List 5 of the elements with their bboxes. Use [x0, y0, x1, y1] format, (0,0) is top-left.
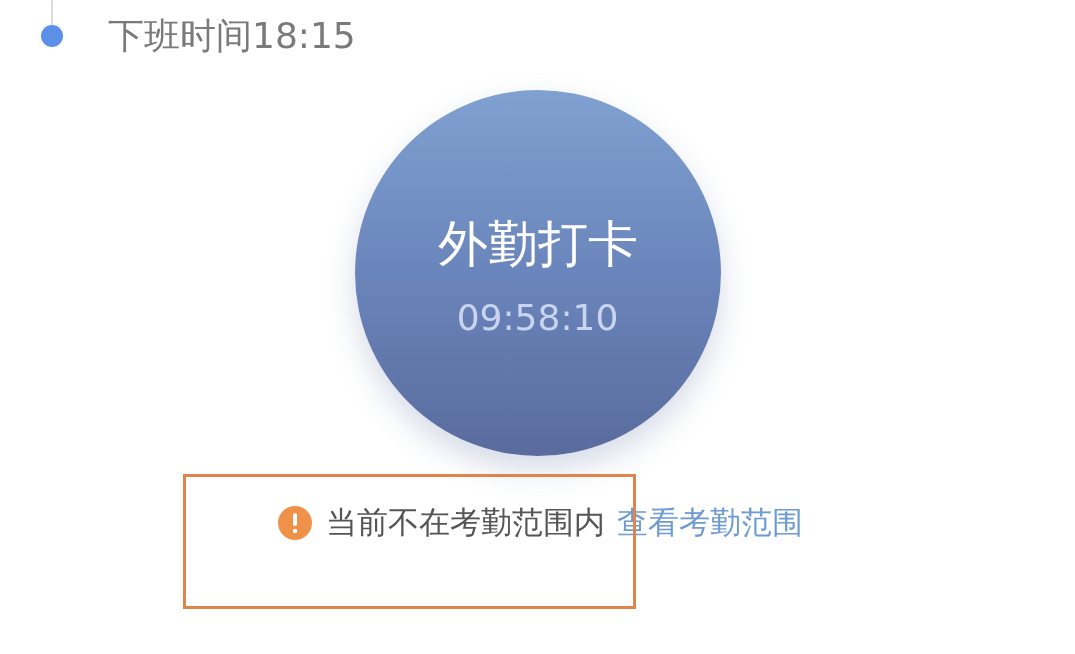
off-work-time: 下班时间18:15 [108, 14, 356, 58]
clock-in-button[interactable]: 外勤打卡 09:58:10 [354, 90, 721, 456]
timeline-dot [41, 25, 63, 47]
warning-icon [278, 506, 312, 540]
out-of-range-message: 当前不在考勤范围内 [326, 503, 605, 542]
